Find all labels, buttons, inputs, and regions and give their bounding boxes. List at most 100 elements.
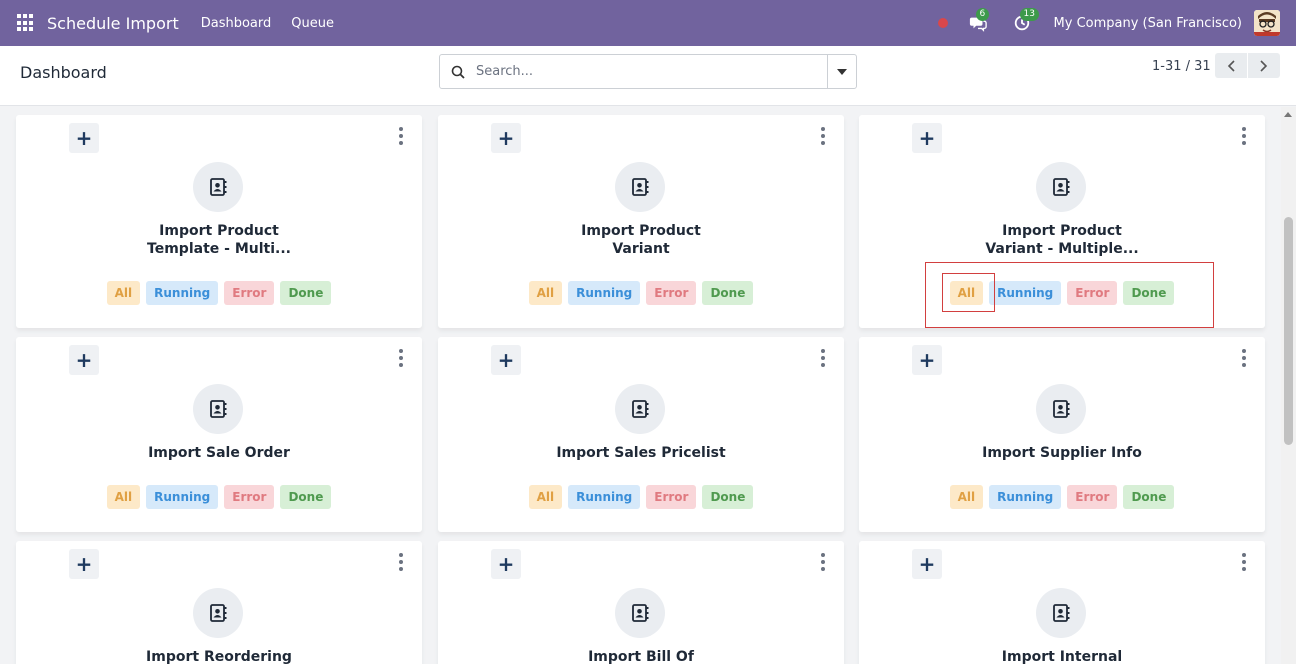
kebab-icon[interactable]	[398, 349, 404, 367]
status-filters: All Running Error Done	[106, 281, 332, 305]
kebab-icon[interactable]	[1241, 127, 1247, 145]
caret-down-icon	[837, 68, 847, 75]
plus-icon[interactable]: +	[69, 549, 99, 579]
filter-error-button[interactable]: Error	[646, 281, 697, 305]
contact-book-icon	[615, 384, 665, 434]
status-filters: All Running Error Done	[106, 485, 332, 509]
import-card[interactable]: + Import Internal	[859, 541, 1265, 664]
messages-count-badge: 6	[975, 8, 990, 21]
menu-queue[interactable]: Queue	[291, 16, 334, 31]
filter-error-button[interactable]: Error	[646, 485, 697, 509]
plus-icon[interactable]: +	[69, 123, 99, 153]
filter-running-button[interactable]: Running	[568, 281, 641, 305]
apps-grid-icon[interactable]	[17, 14, 35, 32]
kebab-icon[interactable]	[1241, 553, 1247, 571]
contact-book-icon	[1036, 384, 1086, 434]
card-title: Import Product Variant	[541, 222, 741, 258]
activities-button[interactable]: 13	[1010, 8, 1039, 35]
import-card[interactable]: + Import Supplier Info All Running Error…	[859, 337, 1265, 532]
menu-dashboard[interactable]: Dashboard	[201, 16, 272, 31]
app-title[interactable]: Schedule Import	[47, 14, 179, 33]
status-filters: All Running Error Done	[949, 485, 1175, 509]
kebab-icon[interactable]	[820, 553, 826, 571]
card-title-line1: Import Sale Order	[148, 445, 290, 461]
card-title: Import Internal	[962, 648, 1162, 664]
card-title-line2: Template - Multi...	[147, 241, 291, 257]
filter-done-button[interactable]: Done	[280, 485, 332, 509]
kebab-icon[interactable]	[1241, 349, 1247, 367]
card-title: Import Sale Order	[119, 444, 319, 462]
card-title-line1: Import Product	[581, 223, 701, 239]
search-input[interactable]	[476, 56, 827, 87]
import-card[interactable]: + Import Reordering	[16, 541, 422, 664]
import-card[interactable]: + Import Product Template - Multi... All…	[16, 115, 422, 328]
pager-previous-button[interactable]	[1215, 53, 1247, 78]
search-options-toggle[interactable]	[827, 55, 856, 88]
filter-error-button[interactable]: Error	[1067, 485, 1118, 509]
import-card[interactable]: + Import Bill Of	[438, 541, 844, 664]
search-icon	[440, 65, 476, 79]
scrollbar-thumb[interactable]	[1284, 217, 1293, 445]
import-card[interactable]: + Import Product Variant All Running Err…	[438, 115, 844, 328]
filter-running-button[interactable]: Running	[989, 485, 1062, 509]
record-dot-icon[interactable]	[937, 18, 948, 28]
filter-all-button[interactable]: All	[528, 281, 563, 305]
scrollbar[interactable]	[1281, 107, 1296, 664]
plus-icon[interactable]: +	[912, 345, 942, 375]
card-title: Import Reordering	[119, 648, 319, 664]
contact-book-icon	[615, 588, 665, 638]
card-title: Import Sales Pricelist	[541, 444, 741, 462]
search-box[interactable]	[439, 54, 857, 89]
import-card[interactable]: + Import Sales Pricelist All Running Err…	[438, 337, 844, 532]
contact-book-icon	[1036, 162, 1086, 212]
highlight-box-all	[942, 273, 995, 312]
card-title-line1: Import Reordering	[146, 649, 292, 664]
filter-all-button[interactable]: All	[106, 281, 141, 305]
chevron-left-icon	[1227, 59, 1235, 72]
kebab-icon[interactable]	[820, 349, 826, 367]
filter-all-button[interactable]: All	[528, 485, 563, 509]
filter-running-button[interactable]: Running	[146, 281, 219, 305]
filter-all-button[interactable]: All	[949, 485, 984, 509]
filter-all-button[interactable]: All	[106, 485, 141, 509]
card-title: Import Product Variant - Multiple...	[962, 222, 1162, 258]
pager-value[interactable]: 1-31 / 31	[1152, 59, 1211, 74]
plus-icon[interactable]: +	[912, 123, 942, 153]
import-card[interactable]: + Import Sale Order All Running Error Do…	[16, 337, 422, 532]
filter-error-button[interactable]: Error	[224, 281, 275, 305]
card-title: Import Bill Of	[541, 648, 741, 664]
card-title-line1: Import Product	[1002, 223, 1122, 239]
kebab-icon[interactable]	[398, 553, 404, 571]
messages-button[interactable]: 6	[966, 8, 990, 35]
filter-running-button[interactable]: Running	[146, 485, 219, 509]
filter-done-button[interactable]: Done	[702, 281, 754, 305]
plus-icon[interactable]: +	[912, 549, 942, 579]
card-title-line1: Import Supplier Info	[982, 445, 1142, 461]
card-title: Import Product Template - Multi...	[119, 222, 319, 258]
filter-running-button[interactable]: Running	[568, 485, 641, 509]
contact-book-icon	[193, 384, 243, 434]
breadcrumb: Dashboard	[20, 63, 107, 82]
filter-done-button[interactable]: Done	[280, 281, 332, 305]
plus-icon[interactable]: +	[491, 123, 521, 153]
plus-icon[interactable]: +	[491, 549, 521, 579]
card-title-line2: Variant - Multiple...	[985, 241, 1139, 257]
top-navbar: Schedule Import Dashboard Queue 6 13 My …	[0, 0, 1296, 46]
card-title-line1: Import Sales Pricelist	[556, 445, 726, 461]
status-filters: All Running Error Done	[528, 485, 754, 509]
user-avatar[interactable]	[1254, 10, 1280, 36]
filter-error-button[interactable]: Error	[224, 485, 275, 509]
company-switcher[interactable]: My Company (San Francisco)	[1054, 16, 1242, 31]
plus-icon[interactable]: +	[69, 345, 99, 375]
status-filters: All Running Error Done	[528, 281, 754, 305]
plus-icon[interactable]: +	[491, 345, 521, 375]
filter-done-button[interactable]: Done	[1123, 485, 1175, 509]
contact-book-icon	[193, 588, 243, 638]
pager-next-button[interactable]	[1248, 53, 1280, 78]
kebab-icon[interactable]	[398, 127, 404, 145]
kebab-icon[interactable]	[820, 127, 826, 145]
activities-count-badge: 13	[1019, 8, 1039, 21]
scroll-up-arrow-icon[interactable]	[1284, 112, 1292, 117]
card-title-line2: Variant	[612, 241, 670, 257]
filter-done-button[interactable]: Done	[702, 485, 754, 509]
